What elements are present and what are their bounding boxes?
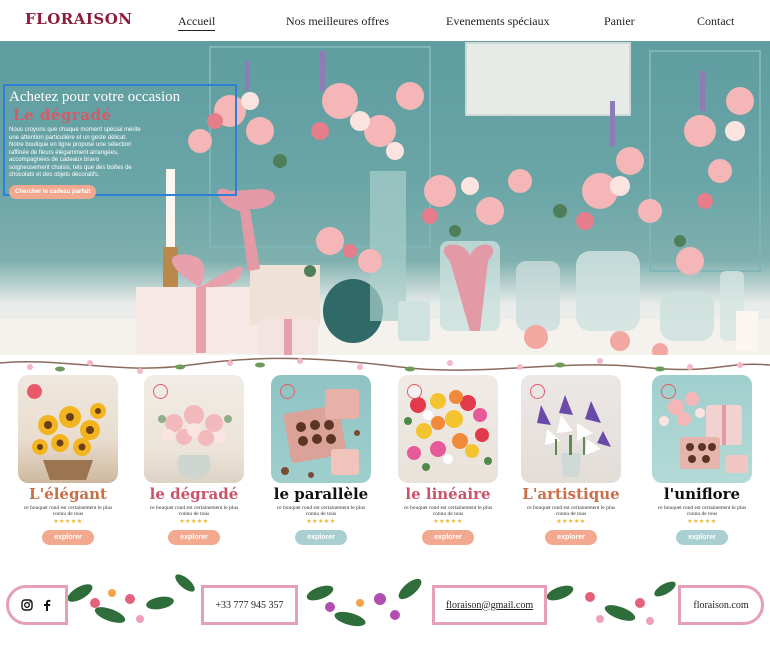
- email-box: floraison@gmail.com: [432, 585, 547, 625]
- rating-stars: ★★★★★: [179, 518, 209, 525]
- logo[interactable]: FLORAISON: [25, 10, 133, 28]
- website-link[interactable]: floraison.com: [693, 600, 748, 611]
- nav-evenements[interactable]: Evenements spéciaux: [446, 14, 550, 29]
- card-description: ce bouquet rond est certainement le plus…: [526, 505, 616, 517]
- card-title: le linéaire: [405, 485, 491, 503]
- card-description: ce bouquet rond est certainement le plus…: [23, 505, 113, 517]
- camera-icon[interactable]: [27, 384, 42, 399]
- hero-subtitle: Le dégradé: [13, 106, 112, 124]
- camera-icon[interactable]: [661, 384, 676, 399]
- product-card[interactable]: L'artistique ce bouquet rond est certain…: [521, 375, 621, 565]
- phone-number[interactable]: +33 777 945 357: [215, 600, 283, 611]
- explore-button[interactable]: explorer: [422, 530, 474, 545]
- explore-button[interactable]: explorer: [42, 530, 94, 545]
- card-title: L'artistique: [522, 485, 620, 503]
- hero-banner: Achetez pour votre occasion Le dégradé N…: [0, 41, 770, 355]
- find-gift-button[interactable]: Chercher le cadeau parfait: [9, 184, 97, 199]
- rating-stars: ★★★★★: [687, 518, 717, 525]
- hero-overlay-box: Achetez pour votre occasion Le dégradé N…: [3, 84, 237, 199]
- explore-button[interactable]: explorer: [676, 530, 728, 545]
- social-links: [6, 585, 68, 625]
- product-card[interactable]: le linéaire ce bouquet rond est certaine…: [398, 375, 498, 565]
- website-box: floraison.com: [678, 585, 764, 625]
- rating-stars: ★★★★★: [306, 518, 336, 525]
- card-title: le parallèle: [273, 485, 369, 503]
- hero-title: Achetez pour votre occasion: [9, 89, 181, 105]
- nav-panier[interactable]: Panier: [604, 14, 635, 29]
- card-description: ce bouquet rond est certainement le plus…: [149, 505, 239, 517]
- nav-contact[interactable]: Contact: [697, 14, 734, 29]
- product-card[interactable]: l'uniflore ce bouquet rond est certainem…: [652, 375, 752, 565]
- facebook-icon[interactable]: [43, 599, 51, 611]
- footer-floral-decoration: [67, 574, 676, 627]
- card-description: ce bouquet rond est certainement le plus…: [403, 505, 493, 517]
- card-title: le dégradé: [149, 485, 239, 503]
- explore-button[interactable]: explorer: [545, 530, 597, 545]
- product-cards-section: L'élégant ce bouquet rond est certaineme…: [0, 355, 770, 563]
- nav-meilleures-offres[interactable]: Nos meilleures offres: [286, 14, 389, 29]
- email-link[interactable]: floraison@gmail.com: [446, 600, 533, 611]
- explore-button[interactable]: explorer: [295, 530, 347, 545]
- footer: +33 777 945 357 floraison@gmail.com flor…: [0, 563, 770, 649]
- instagram-icon[interactable]: [21, 599, 33, 611]
- card-title: L'élégant: [29, 485, 107, 503]
- camera-icon[interactable]: [280, 384, 295, 399]
- rating-stars: ★★★★★: [556, 518, 586, 525]
- camera-icon[interactable]: [407, 384, 422, 399]
- camera-icon[interactable]: [153, 384, 168, 399]
- phone-box: +33 777 945 357: [201, 585, 298, 625]
- product-card[interactable]: le parallèle ce bouquet rond est certain…: [271, 375, 371, 565]
- product-card[interactable]: le dégradé ce bouquet rond est certainem…: [144, 375, 244, 565]
- rating-stars: ★★★★★: [433, 518, 463, 525]
- card-description: ce bouquet rond est certainement le plus…: [657, 505, 747, 517]
- header: FLORAISON Accueil Nos meilleures offres …: [0, 0, 770, 42]
- product-card[interactable]: L'élégant ce bouquet rond est certaineme…: [18, 375, 118, 565]
- nav-accueil[interactable]: Accueil: [178, 14, 216, 31]
- hero-description: Nous croyons que chaque moment spécial m…: [9, 127, 141, 178]
- card-title: l'uniflore: [663, 485, 741, 503]
- explore-button[interactable]: explorer: [168, 530, 220, 545]
- rating-stars: ★★★★★: [53, 518, 83, 525]
- camera-icon[interactable]: [530, 384, 545, 399]
- card-description: ce bouquet rond est certainement le plus…: [276, 505, 366, 517]
